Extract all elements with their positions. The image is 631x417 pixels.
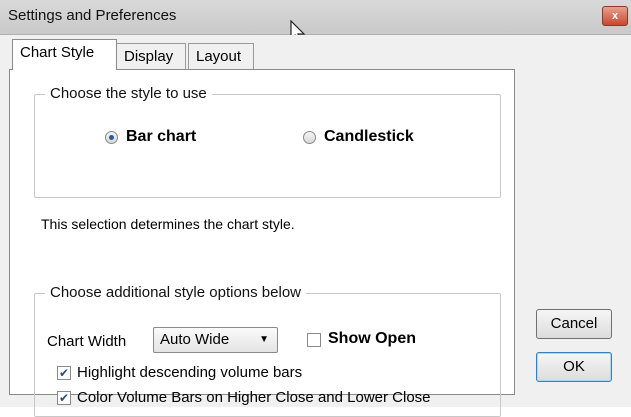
window-title: Settings and Preferences	[8, 7, 177, 24]
options-group-legend: Choose additional style options below	[45, 284, 306, 301]
candlestick-radio[interactable]	[303, 131, 316, 144]
cancel-button[interactable]: Cancel	[536, 309, 612, 339]
tab-display[interactable]: Display	[116, 43, 186, 69]
title-bar[interactable]: Settings and Preferences x	[0, 0, 631, 35]
dialog-body: Chart Style Display Layout Choose the st…	[0, 35, 631, 417]
color-volume-checkbox[interactable]: ✔	[57, 391, 71, 405]
show-open-checkbox[interactable]	[307, 333, 321, 347]
description-text: This selection determines the chart styl…	[41, 216, 295, 232]
highlight-descending-label[interactable]: Highlight descending volume bars	[77, 364, 302, 381]
bar-chart-radio[interactable]	[105, 131, 118, 144]
chart-style-panel: Choose the style to use Bar chart Candle…	[9, 69, 515, 417]
bar-chart-label[interactable]: Bar chart	[126, 128, 196, 146]
options-groupbox: Choose additional style options below Ch…	[34, 284, 501, 417]
tab-label: Chart Style	[20, 44, 95, 61]
candlestick-label[interactable]: Candlestick	[324, 128, 414, 146]
tab-label: Display	[124, 48, 174, 65]
close-button[interactable]: x	[602, 6, 628, 26]
chevron-down-icon: ▼	[259, 334, 269, 345]
style-groupbox: Choose the style to use Bar chart Candle…	[34, 85, 501, 198]
ok-label: OK	[563, 358, 585, 375]
chart-width-select[interactable]: Auto Wide ▼	[153, 327, 278, 353]
show-open-label[interactable]: Show Open	[328, 330, 416, 348]
chart-width-label: Chart Width	[47, 333, 127, 350]
checkmark-icon: ✔	[58, 366, 70, 380]
ok-button[interactable]: OK	[536, 352, 612, 382]
close-icon: x	[611, 10, 619, 22]
color-volume-label[interactable]: Color Volume Bars on Higher Close and Lo…	[77, 389, 431, 406]
highlight-descending-checkbox[interactable]: ✔	[57, 366, 71, 380]
tab-label: Layout	[196, 48, 242, 65]
chart-width-value: Auto Wide	[160, 331, 230, 348]
tab-layout[interactable]: Layout	[188, 43, 254, 69]
style-group-legend: Choose the style to use	[45, 85, 212, 102]
tab-chart-style[interactable]: Chart Style	[12, 39, 117, 70]
checkmark-icon: ✔	[58, 391, 70, 405]
cancel-label: Cancel	[550, 315, 598, 332]
